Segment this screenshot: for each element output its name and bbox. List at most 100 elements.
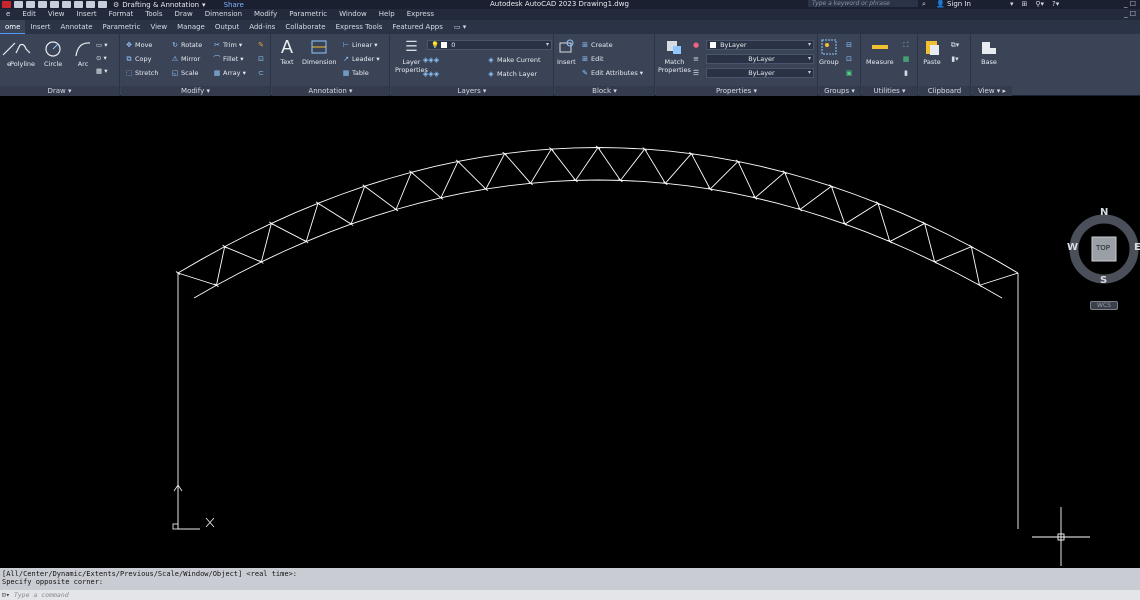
table-button[interactable]: ▦ Table [342, 68, 369, 78]
explode-icon[interactable]: ⊡ [257, 54, 265, 64]
make-current-button[interactable]: ◈ Make Current [487, 55, 540, 65]
ellipse-icon[interactable]: ⊙ ▾ [96, 53, 107, 63]
menu-item-draw[interactable]: Draw [169, 9, 199, 20]
layers-panel-footer[interactable]: Layers ▾ [391, 86, 553, 96]
id-point-icon[interactable]: ▮ [902, 68, 910, 78]
menu-item-parametric[interactable]: Parametric [283, 9, 333, 20]
mirror-button[interactable]: ⚠ Mirror [171, 54, 200, 64]
offset-icon[interactable]: ⊂ [257, 68, 265, 78]
menu-item-express[interactable]: Express [401, 9, 440, 20]
open-icon[interactable] [26, 1, 35, 8]
redo-icon[interactable] [98, 1, 107, 8]
clipboard-panel-footer[interactable]: Clipboard [919, 86, 970, 96]
groups-panel-footer[interactable]: Groups ▾ [819, 86, 860, 96]
group-selection-icon[interactable]: ▣ [845, 68, 853, 78]
undo-icon[interactable] [86, 1, 95, 8]
draw-panel-footer[interactable]: Draw ▾ [0, 86, 119, 96]
people-icon[interactable]: ⚲▾ [1035, 0, 1044, 9]
drawing-canvas[interactable]: N S E W TOP WCS [0, 97, 1140, 566]
menu-item-modify[interactable]: Modify [248, 9, 283, 20]
menu-item-help[interactable]: Help [373, 9, 401, 20]
menu-item-tools[interactable]: Tools [139, 9, 168, 20]
menu-item-dimension[interactable]: Dimension [199, 9, 248, 20]
circle-button[interactable]: Circle [44, 40, 62, 68]
tab-home[interactable]: ome [0, 20, 26, 34]
share-button[interactable]: Share [224, 1, 244, 9]
fillet-button[interactable]: ⌒ Fillet ▾ [213, 54, 244, 64]
layer-tools-row-1[interactable]: ◈◈◈ [423, 55, 439, 65]
polyline-button[interactable]: Polyline [10, 40, 35, 68]
compass-south[interactable]: S [1100, 275, 1107, 286]
command-customize-icon[interactable]: ⊡▾ [2, 590, 10, 600]
tab-featured-apps[interactable]: Featured Apps [387, 20, 447, 34]
measure-button[interactable]: Measure [866, 38, 894, 66]
save-as-icon[interactable] [50, 1, 59, 8]
arc-button[interactable]: Arc [74, 40, 92, 68]
match-properties-button[interactable]: Match Properties [658, 38, 691, 74]
new-icon[interactable] [14, 1, 23, 8]
app-menu-icon[interactable] [2, 1, 11, 8]
quick-select-icon[interactable]: ⛶ [902, 40, 910, 50]
erase-icon[interactable]: ✎ [257, 40, 265, 50]
tab-express-tools[interactable]: Express Tools [331, 20, 388, 34]
hatch-icon[interactable]: ▦ ▾ [96, 66, 107, 76]
utilities-panel-footer[interactable]: Utilities ▾ [862, 86, 917, 96]
save-icon[interactable] [38, 1, 47, 8]
modify-panel-footer[interactable]: Modify ▾ [121, 86, 270, 96]
tab-parametric[interactable]: Parametric [98, 20, 146, 34]
menu-item-insert[interactable]: Insert [71, 9, 103, 20]
wcs-menu[interactable]: WCS [1090, 301, 1118, 310]
copy-clip-icon[interactable]: ⧉▾ [951, 40, 960, 50]
scale-button[interactable]: ◱ Scale [171, 68, 199, 78]
layer-dropdown[interactable]: 💡 0 ▾ [427, 40, 552, 50]
menu-item-format[interactable]: Format [103, 9, 140, 20]
search-input[interactable]: Type a keyword or phrase [808, 0, 918, 7]
ungroup-icon[interactable]: ⊟ [845, 40, 853, 50]
ribbon-minimize-toggle[interactable]: ▭ ▾ [448, 20, 472, 34]
command-input[interactable]: ⊡▾ Type a command [0, 590, 1140, 600]
tab-view[interactable]: View [145, 20, 172, 34]
color-dropdown[interactable]: ByLayer ▾ [706, 40, 814, 50]
linear-button[interactable]: ⊢ Linear ▾ [342, 40, 378, 50]
cut-icon[interactable]: ▮▾ [951, 54, 959, 64]
array-button[interactable]: ▦ Array ▾ [213, 68, 246, 78]
web-mobile-icon[interactable] [62, 1, 71, 8]
calculator-icon[interactable]: ▦ [902, 54, 910, 64]
menu-item-window[interactable]: Window [333, 9, 373, 20]
tab-annotate[interactable]: Annotate [56, 20, 98, 34]
tab-add-ins[interactable]: Add-ins [244, 20, 280, 34]
rotate-button[interactable]: ↻ Rotate [171, 40, 202, 50]
linetype-dropdown[interactable]: ByLayer ▾ [706, 68, 814, 78]
chevron-down-icon[interactable]: ▾ [1010, 0, 1014, 9]
move-button[interactable]: ✥ Move [125, 40, 152, 50]
edit-block-button[interactable]: ⊞ Edit [581, 54, 604, 64]
drawing-window-controls[interactable]: _ ☐ [1124, 9, 1136, 20]
plot-icon[interactable] [74, 1, 83, 8]
rectangle-icon[interactable]: ▭ ▾ [96, 40, 107, 50]
compass-east[interactable]: E [1134, 242, 1140, 253]
layer-tools-row-2[interactable]: ◈◈◈ [423, 69, 439, 79]
match-layer-button[interactable]: ◈ Match Layer [487, 69, 537, 79]
group-button[interactable]: Group [819, 38, 839, 66]
text-button[interactable]: A Text [278, 37, 296, 67]
edit-attributes-button[interactable]: ✎ Edit Attributes ▾ [581, 68, 643, 78]
viewcube[interactable]: N S E W TOP WCS [1066, 205, 1140, 310]
search-icon[interactable]: ⌕ [922, 0, 926, 9]
menu-item-file[interactable]: e [0, 9, 16, 20]
insert-block-button[interactable]: Insert [557, 38, 576, 66]
workspace-switcher[interactable]: ⚙ Drafting & Annotation ▾ [113, 1, 206, 9]
viewcube-face-top[interactable]: TOP [1096, 244, 1110, 252]
properties-panel-footer[interactable]: Properties ▾ [656, 86, 817, 96]
base-button[interactable]: Base [980, 38, 998, 66]
dimension-button[interactable]: Dimension [302, 38, 337, 66]
tab-output[interactable]: Output [210, 20, 244, 34]
view-panel-footer[interactable]: View ▾ ▸ [972, 86, 1012, 96]
tab-collaborate[interactable]: Collaborate [280, 20, 330, 34]
sign-in-button[interactable]: 👤 Sign In [936, 0, 971, 9]
lineweight-dropdown[interactable]: ByLayer ▾ [706, 54, 814, 64]
block-panel-footer[interactable]: Block ▾ [555, 86, 654, 96]
menu-item-view[interactable]: View [42, 9, 71, 20]
annotation-panel-footer[interactable]: Annotation ▾ [272, 86, 389, 96]
tab-manage[interactable]: Manage [172, 20, 210, 34]
group-edit-icon[interactable]: ⊡ [845, 54, 853, 64]
